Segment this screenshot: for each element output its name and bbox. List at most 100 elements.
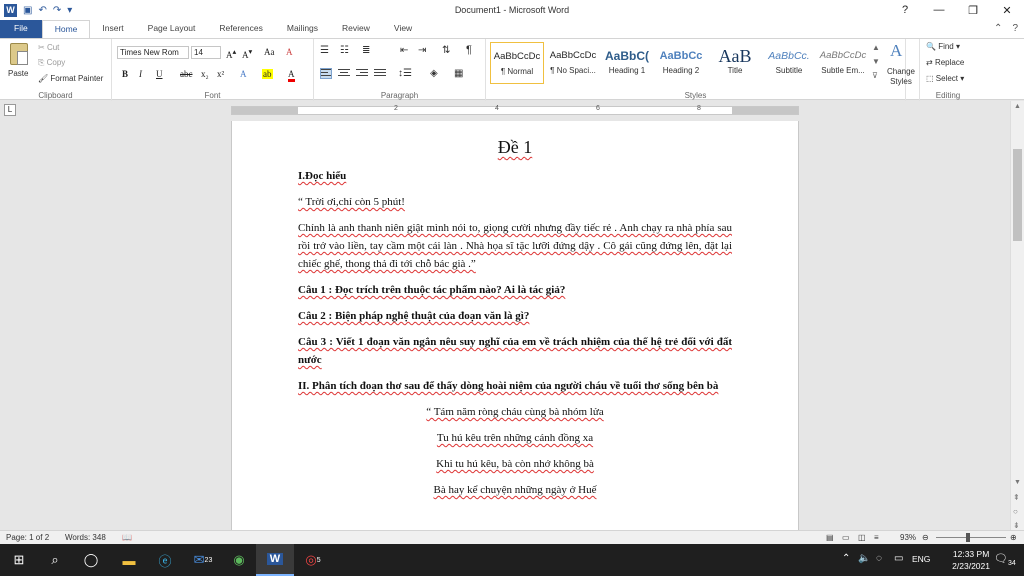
language-indicator[interactable]: ENG <box>912 554 930 564</box>
restore-icon[interactable]: ❐ <box>956 0 990 20</box>
network-icon[interactable]: ◌ <box>876 553 882 564</box>
paste-icon[interactable] <box>10 43 28 65</box>
strikethrough-icon[interactable]: abc <box>180 69 193 79</box>
customize-qat-icon[interactable]: ▾ <box>67 5 72 16</box>
zoom-level[interactable]: 93% <box>900 531 916 544</box>
tab-insert[interactable]: Insert <box>90 20 135 38</box>
style-heading-1[interactable]: AaBbC( Heading 1 <box>600 42 654 84</box>
align-right-icon[interactable] <box>356 69 368 80</box>
outline-icon[interactable]: ≡ <box>874 531 879 544</box>
show-hidden-icons[interactable]: ⌃ <box>842 553 850 564</box>
minimize-ribbon-icon[interactable]: ⌃ <box>994 23 1002 34</box>
font-name-select[interactable]: Times New Rom <box>117 46 189 59</box>
style-subtitle[interactable]: AaBbCc. Subtitle <box>762 42 816 84</box>
style-title[interactable]: AaB Title <box>708 42 762 84</box>
word-count[interactable]: Words: 348 <box>65 531 106 544</box>
app-icon[interactable]: ◉ <box>220 544 258 576</box>
battery-icon[interactable]: ▭ <box>894 553 903 564</box>
underline-icon[interactable]: U <box>156 69 163 79</box>
clear-format-icon[interactable]: A <box>286 47 293 57</box>
print-layout-icon[interactable]: ▤ <box>826 531 834 544</box>
style-no-spacing[interactable]: AaBbCcDc ¶ No Spaci... <box>546 42 600 84</box>
tab-view[interactable]: View <box>382 20 424 38</box>
find-button[interactable]: 🔍 Find ▾ <box>926 42 960 51</box>
previous-page-icon[interactable]: ⇞ <box>1013 493 1020 502</box>
styles-scroll-down-icon[interactable]: ▼ <box>872 57 880 66</box>
mail-icon[interactable]: ✉ 23 <box>184 544 222 576</box>
tab-mailings[interactable]: Mailings <box>275 20 330 38</box>
format-painter-button[interactable]: 🖌 Format Painter <box>38 74 103 83</box>
copy-button[interactable]: ⎘ Copy <box>38 58 65 68</box>
word-taskbar-icon[interactable]: W <box>256 544 294 576</box>
windows-start-icon[interactable]: ⊞ <box>0 544 38 576</box>
scroll-up-icon[interactable]: ▲ <box>1014 103 1021 110</box>
styles-scroll-up-icon[interactable]: ▲ <box>872 43 880 52</box>
zoom-slider[interactable] <box>936 537 1006 538</box>
tab-page-layout[interactable]: Page Layout <box>136 20 208 38</box>
show-marks-icon[interactable]: ¶ <box>466 44 472 56</box>
close-icon[interactable]: ✕ <box>990 0 1024 20</box>
file-explorer-icon[interactable]: ▬ <box>110 544 148 576</box>
help-ribbon-icon[interactable]: ? <box>888 0 922 20</box>
save-icon[interactable]: ▣ <box>23 5 32 16</box>
italic-icon[interactable]: I <box>139 69 142 79</box>
volume-icon[interactable]: 🔈 <box>858 553 870 564</box>
tab-references[interactable]: References <box>207 20 274 38</box>
zoom-out-icon[interactable]: ⊖ <box>922 531 929 544</box>
proofing-icon[interactable]: 📖 <box>122 531 132 544</box>
bullets-icon[interactable]: ☰ <box>320 45 329 56</box>
change-styles-icon[interactable]: A <box>890 41 902 61</box>
full-screen-icon[interactable]: ▭ <box>842 531 850 544</box>
web-layout-icon[interactable]: ◫ <box>858 531 866 544</box>
borders-icon[interactable]: ▦ <box>454 68 463 79</box>
numbering-icon[interactable]: ☷ <box>340 45 349 56</box>
clock[interactable]: 12:33 PM 2/23/2021 <box>952 548 990 572</box>
scroll-down-icon[interactable]: ▼ <box>1014 479 1021 486</box>
page-count[interactable]: Page: 1 of 2 <box>6 531 49 544</box>
edge-icon[interactable]: ⓔ <box>146 544 184 576</box>
multilevel-list-icon[interactable]: ≣ <box>362 45 370 56</box>
paste-button[interactable]: Paste <box>8 69 28 78</box>
word-logo-icon[interactable]: W <box>4 3 17 17</box>
grow-font-icon[interactable]: A▴ <box>226 47 236 60</box>
browse-object-icon[interactable]: ○ <box>1013 507 1018 516</box>
style-heading-2[interactable]: AaBbCc Heading 2 <box>654 42 708 84</box>
text-effects-icon[interactable]: A <box>240 69 247 79</box>
undo-icon[interactable]: ↶ <box>38 5 46 16</box>
align-left-icon[interactable] <box>320 68 332 79</box>
shading-icon[interactable]: ◈ <box>430 68 438 79</box>
highlight-icon[interactable]: ab <box>262 69 273 79</box>
style-subtle-emphasis[interactable]: AaBbCcDc Subtle Em... <box>816 42 870 84</box>
horizontal-ruler[interactable]: 2 4 6 8 <box>231 105 799 115</box>
tab-file[interactable]: File <box>0 20 42 38</box>
replace-button[interactable]: ⇄ Replace <box>926 58 964 67</box>
vertical-scrollbar[interactable]: ▲ ▼ ⇞ ○ ⇟ <box>1010 101 1024 535</box>
style-normal[interactable]: AaBbCcDc ¶ Normal <box>490 42 544 84</box>
chrome-icon[interactable]: ◎ 5 <box>294 544 332 576</box>
increase-indent-icon[interactable]: ⇥ <box>418 45 426 56</box>
notifications-icon[interactable]: 🗨34 <box>994 552 1016 567</box>
change-styles-button[interactable]: Change Styles <box>883 67 919 87</box>
shrink-font-icon[interactable]: A▾ <box>242 47 252 60</box>
document-page[interactable]: Đề 1 I.Đọc hiểu “ Trời ơi,chỉ còn 5 phút… <box>231 121 799 535</box>
task-view-icon[interactable]: ◯ <box>72 544 110 576</box>
help-icon[interactable]: ? <box>1012 23 1018 34</box>
subscript-icon[interactable]: x₂ <box>201 69 209 79</box>
justify-icon[interactable] <box>374 69 386 80</box>
tab-selector-icon[interactable]: L <box>4 104 16 116</box>
sort-icon[interactable]: ⇅ <box>442 45 450 56</box>
tab-review[interactable]: Review <box>330 20 382 38</box>
minimize-icon[interactable]: — <box>922 0 956 20</box>
cut-button[interactable]: ✂ Cut <box>38 43 59 52</box>
scroll-thumb[interactable] <box>1013 149 1022 241</box>
font-color-icon[interactable]: A <box>288 69 295 82</box>
tab-home[interactable]: Home <box>41 20 91 38</box>
document-body[interactable]: Đề 1 I.Đọc hiểu “ Trời ơi,chỉ còn 5 phút… <box>298 135 732 507</box>
line-spacing-icon[interactable]: ↕☰ <box>398 68 412 79</box>
bold-icon[interactable]: B <box>122 69 128 79</box>
search-icon[interactable]: ⌕ <box>36 544 74 576</box>
zoom-in-icon[interactable]: ⊕ <box>1010 531 1017 544</box>
font-size-select[interactable]: 14 <box>191 46 221 59</box>
superscript-icon[interactable]: x² <box>217 69 224 79</box>
decrease-indent-icon[interactable]: ⇤ <box>400 45 408 56</box>
